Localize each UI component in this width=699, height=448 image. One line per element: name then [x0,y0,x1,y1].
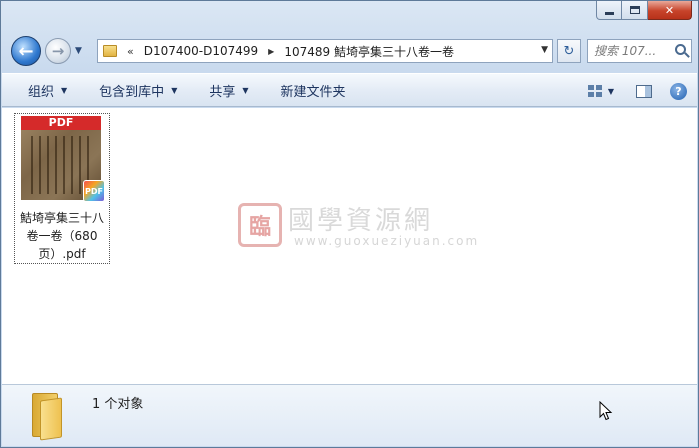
search-box[interactable] [587,39,692,63]
preview-pane-icon[interactable] [636,84,652,98]
breadcrumb-overflow-button[interactable]: « [127,45,134,58]
watermark-title: 國學資源網 [288,206,434,236]
search-icon[interactable] [675,44,686,55]
include-in-library-menu[interactable]: 包含到库中 ▼ [89,77,187,103]
address-dropdown-icon[interactable]: ▼ [541,45,548,55]
minimize-icon [604,11,614,15]
refresh-icon: ↻ [563,43,575,59]
file-name: 鮚埼亭集三十八卷一卷（680页）.pdf [19,211,104,261]
command-bar: 组织 ▼ 包含到库中 ▼ 共享 ▼ 新建文件夹 ▼ ? [2,73,697,107]
watermark-url: www.guoxueziyuan.com [294,234,480,248]
new-folder-label: 新建文件夹 [280,84,346,100]
address-bar[interactable]: « D107400-D107499 ▶ 107489 鮚埼亭集三十八卷一卷 ▼ [97,39,553,63]
change-view-icon[interactable] [587,85,602,97]
details-pane: 1 个对象 [2,384,697,446]
close-button[interactable]: ✕ [648,1,692,20]
chevron-down-icon: ▼ [242,85,249,95]
minimize-button[interactable] [596,1,622,20]
organize-label: 组织 [28,84,55,100]
recent-pages-dropdown[interactable]: ▼ [75,46,85,56]
back-button[interactable]: ← [11,36,41,66]
breadcrumb-item-current[interactable]: 107489 鮚埼亭集三十八卷一卷 [284,43,454,60]
arrow-right-icon: → [51,42,65,60]
pdf-app-icon: PDF [83,180,105,202]
forward-button[interactable]: → [45,38,71,64]
help-glyph: ? [675,84,682,98]
chevron-down-icon: ▼ [75,46,82,56]
breadcrumb-separator-icon[interactable]: ▶ [268,47,274,56]
file-item[interactable]: PDF PDF 鮚埼亭集三十八卷一卷（680页）.pdf [14,113,110,264]
breadcrumb-item-parent[interactable]: D107400-D107499 [144,44,258,58]
thumbnail-pdf-band: PDF [21,116,101,130]
arrow-left-icon: ← [18,40,34,62]
navigation-row: ← → ▼ « D107400-D107499 ▶ 107489 鮚埼亭集三十八… [9,35,692,66]
chevron-down-icon: ▼ [171,85,178,95]
folder-icon [28,393,70,441]
maximize-icon [629,6,640,14]
refresh-button[interactable]: ↻ [557,39,581,63]
search-input[interactable] [594,44,674,58]
maximize-button[interactable] [622,1,648,20]
include-in-library-label: 包含到库中 [99,84,165,100]
mouse-cursor-icon [599,401,613,421]
chevron-down-icon: ▼ [61,85,68,95]
watermark-logo-icon: 臨 [238,203,282,247]
explorer-window: ✕ ← → ▼ « D107400-D107499 ▶ 107489 鮚埼亭集三… [0,0,699,448]
new-folder-button[interactable]: 新建文件夹 [271,77,356,103]
view-controls: ▼ ? [587,78,687,104]
share-menu[interactable]: 共享 ▼ [199,77,258,103]
folder-icon [103,45,117,57]
watermark: 臨 國學資源網 www.guoxueziyuan.com [238,200,478,260]
file-list[interactable]: PDF PDF 鮚埼亭集三十八卷一卷（680页）.pdf 臨 國學資源網 www… [2,108,697,384]
share-label: 共享 [209,84,236,100]
item-count: 1 个对象 [92,397,144,412]
help-icon[interactable]: ? [670,82,687,100]
view-options-dropdown-icon[interactable]: ▼ [608,87,614,96]
close-icon: ✕ [664,3,675,17]
caption-buttons: ✕ [596,1,692,21]
organize-menu[interactable]: 组织 ▼ [18,77,77,103]
